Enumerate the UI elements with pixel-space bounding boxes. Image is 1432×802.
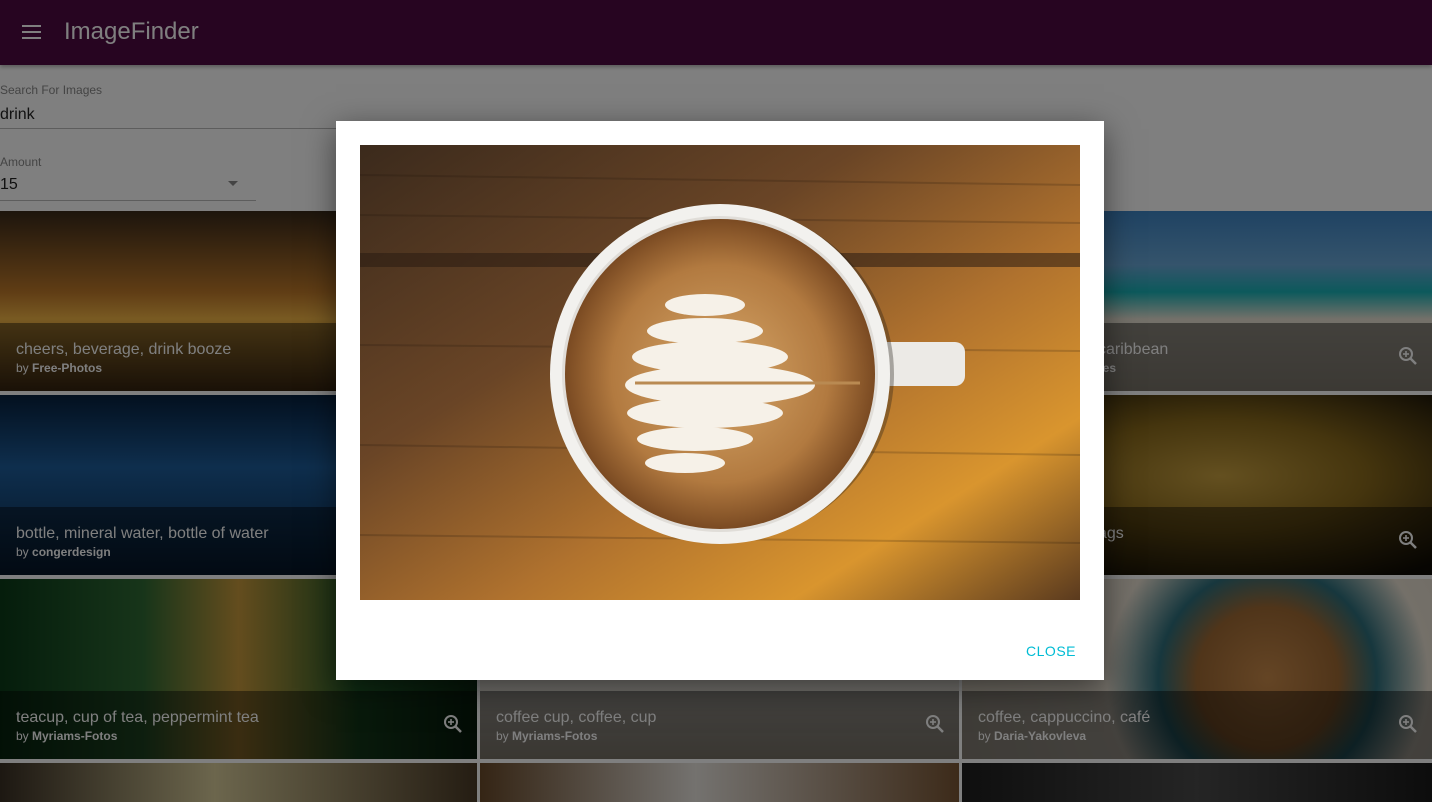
dialog-image	[360, 145, 1080, 600]
close-button[interactable]: CLOSE	[1026, 639, 1076, 663]
image-dialog: CLOSE	[336, 121, 1104, 680]
